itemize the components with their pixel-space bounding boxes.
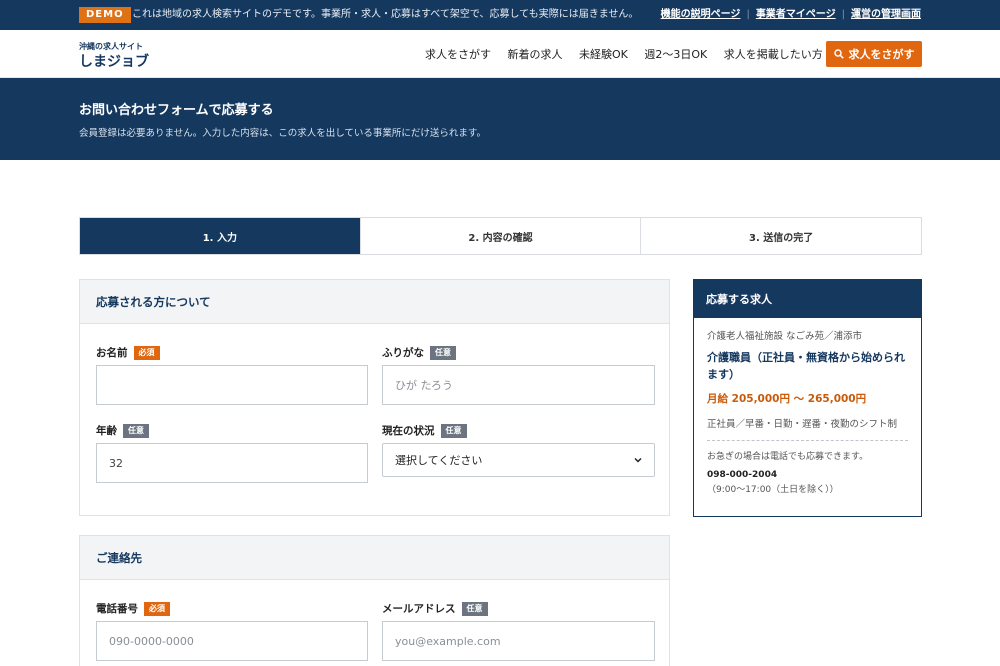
- demo-notice: これは地域の求人検索サイトのデモです。事業所・求人・応募はすべて架空で、応募して…: [132, 9, 639, 20]
- job-shift: 正社員／早番・日勤・遅番・夜勤のシフト制: [707, 419, 898, 430]
- search-button-label: 求人をさがす: [848, 48, 915, 61]
- step-confirm: 2. 内容の確認: [359, 218, 641, 254]
- status-label: 現在の状況: [382, 425, 435, 437]
- email-label: メールアドレス: [382, 603, 456, 615]
- required-badge: 必須: [133, 345, 160, 360]
- job-summary-title: 応募する求人: [694, 280, 921, 318]
- section-title: ご連絡先: [80, 536, 669, 580]
- age-label: 年齢: [96, 425, 117, 437]
- age-label-group: 年齢 任意: [96, 423, 149, 438]
- progress-steps: 1. 入力 2. 内容の確認 3. 送信の完了: [79, 217, 922, 255]
- kana-label: ふりがな: [382, 347, 424, 359]
- job-title: 介護職員（正社員・無資格から始められます）: [707, 351, 905, 381]
- chevron-down-icon: [634, 457, 642, 463]
- admin-panel-link[interactable]: 運営の管理画面: [851, 9, 921, 20]
- name-label-group: お名前 必須: [96, 345, 160, 360]
- nav-item-post-job[interactable]: 求人を掲載したい方: [724, 48, 823, 61]
- phone-label-group: 電話番号 必須: [96, 601, 170, 616]
- feature-description-link[interactable]: 機能の説明ページ: [661, 9, 741, 20]
- divider: [707, 440, 908, 441]
- optional-badge: 任意: [123, 423, 149, 438]
- job-salary: 月給 205,000円 〜 265,000円: [707, 393, 867, 405]
- required-badge: 必須: [144, 601, 170, 616]
- demo-links: 機能の説明ページ | 事業者マイページ | 運営の管理画面: [660, 9, 921, 20]
- optional-badge: 任意: [430, 345, 456, 360]
- search-jobs-button[interactable]: 求人をさがす: [826, 41, 922, 67]
- site-header: 沖縄の求人サイト しまジョブ 求人をさがす 新着の求人 未経験OK 週2〜3日O…: [0, 30, 1000, 78]
- contact-section: ご連絡先 電話番号 必須 090-0000-0000 メールアドレス 任意 you@…: [79, 535, 670, 666]
- phone-input[interactable]: 090-0000-0000: [96, 621, 368, 661]
- kana-label-group: ふりがな 任意: [382, 345, 456, 360]
- nav-item-part-time[interactable]: 週2〜3日OK: [644, 48, 707, 61]
- age-input[interactable]: 32: [96, 443, 368, 483]
- phone-hours: （9:00〜17:00（土日を除く））: [707, 485, 839, 495]
- job-company: 介護老人福祉施設 なごみ苑／浦添市: [707, 331, 863, 342]
- email-label-group: メールアドレス 任意: [382, 601, 488, 616]
- name-label: お名前: [96, 347, 128, 359]
- main-nav: 求人をさがす 新着の求人 未経験OK 週2〜3日OK 求人を掲載したい方: [425, 46, 836, 62]
- kana-input[interactable]: ひが たろう: [382, 365, 655, 405]
- phone-label: 電話番号: [96, 603, 138, 615]
- employer-mypage-link[interactable]: 事業者マイページ: [756, 9, 836, 20]
- status-select[interactable]: 選択してください: [382, 443, 655, 477]
- page-title: お問い合わせフォームで応募する: [79, 103, 274, 118]
- search-icon: [833, 49, 844, 59]
- name-input[interactable]: [96, 365, 368, 405]
- optional-badge: 任意: [461, 601, 488, 616]
- demo-bar: DEMO これは地域の求人検索サイトのデモです。事業所・求人・応募はすべて架空で…: [0, 0, 1000, 30]
- phone-number[interactable]: 098-000-2004: [707, 470, 777, 480]
- nav-item-no-experience[interactable]: 未経験OK: [579, 48, 628, 61]
- step-complete: 3. 送信の完了: [640, 218, 921, 254]
- logo[interactable]: しまジョブ: [79, 51, 149, 71]
- urgent-note: お急ぎの場合は電話でも応募できます。: [707, 452, 869, 462]
- optional-badge: 任意: [440, 423, 467, 438]
- email-input[interactable]: you@example.com: [382, 621, 655, 661]
- page-hero: お問い合わせフォームで応募する 会員登録は必要ありません。入力した内容は、この求…: [0, 78, 1000, 160]
- status-label-group: 現在の状況 任意: [382, 423, 467, 438]
- contact-phone: 098-000-2004 （9:00〜17:00（土日を除く））: [707, 468, 908, 498]
- step-input: 1. 入力: [80, 218, 360, 254]
- demo-badge: DEMO: [79, 7, 131, 23]
- applicant-section: 応募される方について お名前 必須 ふりがな 任意 ひが たろう 年齢 任意 32 現…: [79, 279, 670, 516]
- status-select-value: 選択してください: [395, 454, 483, 467]
- nav-item-new-jobs[interactable]: 新着の求人: [508, 48, 563, 61]
- section-title: 応募される方について: [80, 280, 669, 324]
- nav-item-search-jobs[interactable]: 求人をさがす: [425, 48, 491, 61]
- job-summary-card: 応募する求人 介護老人福祉施設 なごみ苑／浦添市 介護職員（正社員・無資格から始…: [693, 279, 922, 517]
- page-description: 会員登録は必要ありません。入力した内容は、この求人を出している事業所にだけ送られ…: [79, 128, 486, 139]
